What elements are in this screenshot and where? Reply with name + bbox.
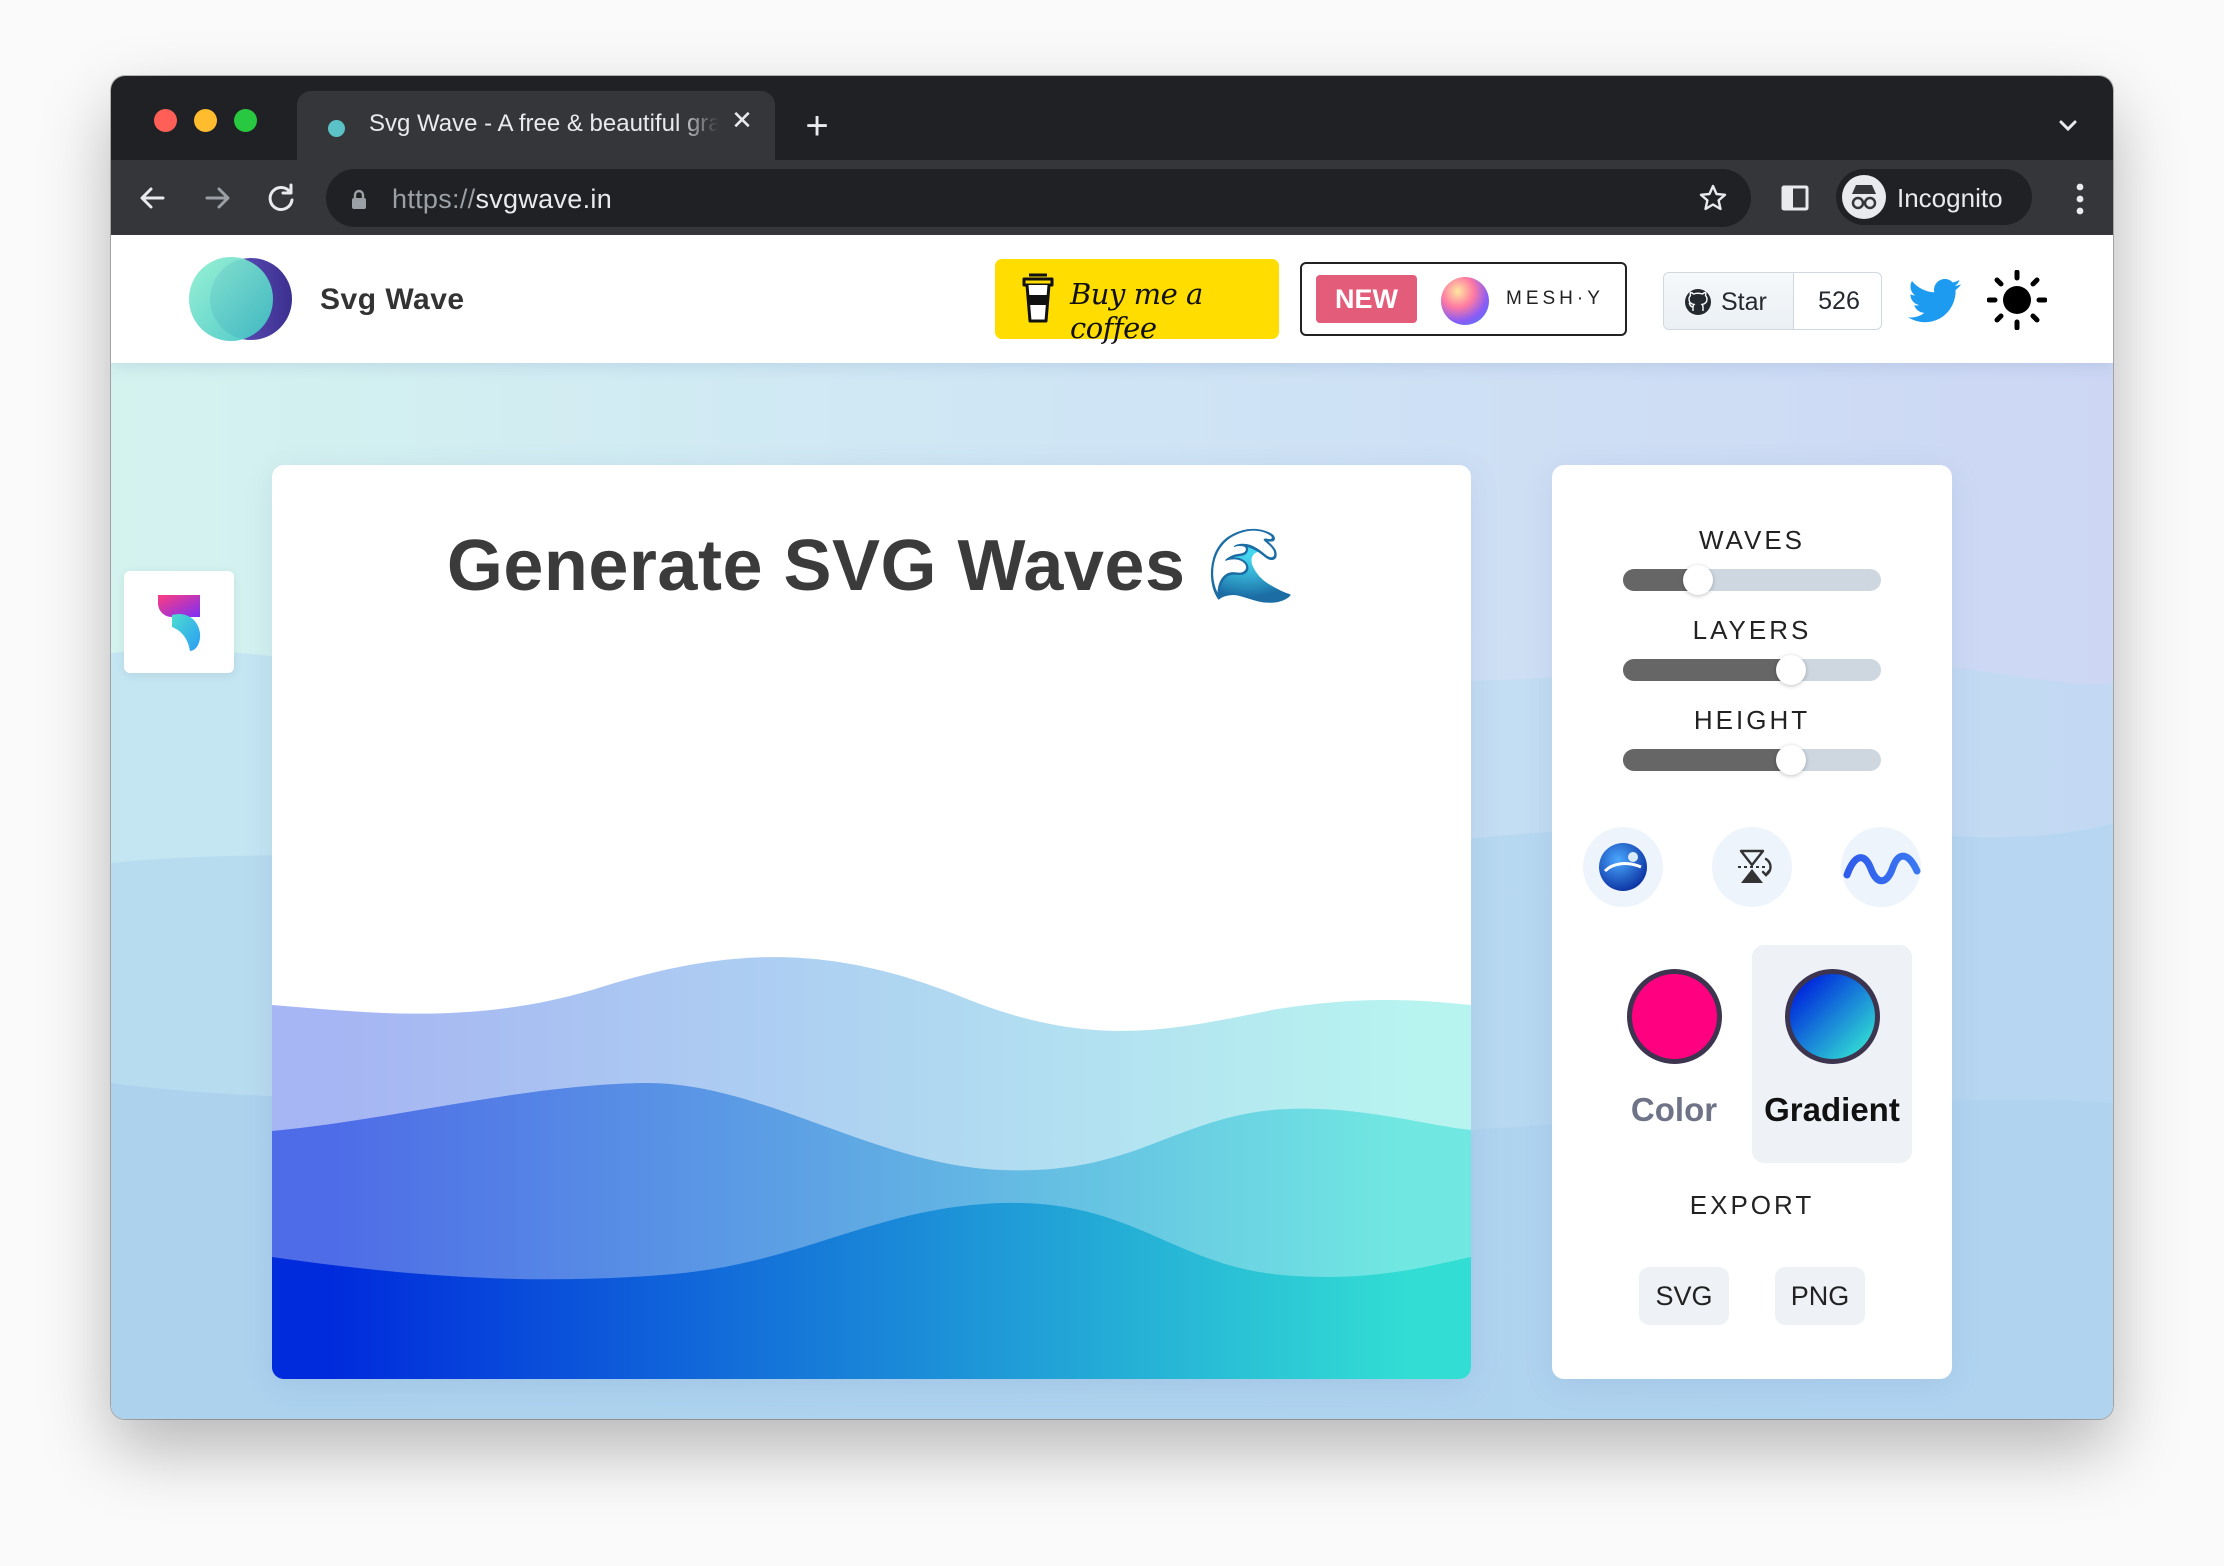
waves-slider[interactable] xyxy=(1623,565,1881,595)
solid-color-swatch[interactable] xyxy=(1627,969,1722,1064)
coffee-cup-icon xyxy=(1022,273,1054,323)
close-window-button[interactable] xyxy=(154,109,177,132)
meshy-promo-link[interactable]: NEW MESH·Y xyxy=(1300,262,1627,336)
github-star-count[interactable]: 526 xyxy=(1795,273,1881,329)
wave-style-icon xyxy=(1843,852,1921,885)
gradient-mode-label: Gradient xyxy=(1764,1091,1900,1128)
new-badge: NEW xyxy=(1316,275,1417,323)
layers-label: LAYERS xyxy=(1692,615,1812,645)
buy-me-a-coffee-button[interactable]: Buy me a coffee xyxy=(995,259,1279,345)
page-viewport: Svg Wave Buy me a coffee NEW MESH·Y Star… xyxy=(111,235,2113,1419)
bookmark-star-icon[interactable] xyxy=(1697,182,1729,214)
incognito-label: Incognito xyxy=(1897,183,2003,213)
layers-slider-handle[interactable] xyxy=(1775,655,1806,685)
reload-icon[interactable] xyxy=(259,176,303,220)
flip-button[interactable] xyxy=(1712,827,1792,907)
tab-close-icon[interactable]: ✕ xyxy=(727,105,757,135)
tab-favicon-icon xyxy=(328,120,345,137)
address-bar[interactable]: https://svgwave.in xyxy=(326,169,1751,227)
tab-bar: Svg Wave - A free & beautiful gradient S… xyxy=(111,76,2113,160)
height-slider[interactable] xyxy=(1623,745,1881,775)
wave-style-button[interactable] xyxy=(1841,827,1921,907)
browser-window: Svg Wave - A free & beautiful gradient S… xyxy=(111,76,2113,1419)
side-panel-icon[interactable] xyxy=(1779,182,1811,214)
layers-slider-fill xyxy=(1623,659,1799,681)
export-label: EXPORT xyxy=(1689,1190,1815,1220)
layers-slider[interactable] xyxy=(1623,655,1881,685)
gradient-color-swatch[interactable] xyxy=(1785,969,1880,1064)
url-text: https://svgwave.in xyxy=(392,184,613,214)
twitter-icon[interactable] xyxy=(1908,279,1962,323)
waves-slider-handle[interactable] xyxy=(1682,565,1713,595)
lock-icon xyxy=(352,189,366,209)
browser-toolbar: https://svgwave.in Incognito xyxy=(111,160,2113,235)
controls-panel: WAVES LAYERS HEIGHT Color Gradient EXPOR… xyxy=(1552,465,1952,1379)
side-logo-icon xyxy=(158,595,201,651)
meshy-label: MESH·Y xyxy=(1506,288,1604,309)
tab-title: Svg Wave - A free & beautiful gradient S… xyxy=(369,110,719,137)
coffee-label: Buy me a coffee xyxy=(1070,277,1203,345)
brand-name[interactable]: Svg Wave xyxy=(320,283,465,317)
minimize-window-button[interactable] xyxy=(194,109,217,132)
github-star-label: Star xyxy=(1721,288,1767,316)
wave-preview-card: Generate SVG Waves 🌊 xyxy=(272,465,1471,1379)
tab-search-chevron-icon[interactable] xyxy=(2053,110,2083,140)
randomize-button[interactable] xyxy=(1583,827,1663,907)
theme-toggle-sun-icon[interactable] xyxy=(1987,270,2047,330)
new-tab-button[interactable]: + xyxy=(797,106,837,148)
site-header: Svg Wave Buy me a coffee NEW MESH·Y Star… xyxy=(111,235,2113,363)
gradient-mode-option[interactable]: Gradient xyxy=(1752,945,1912,1163)
color-mode-option[interactable]: Color xyxy=(1594,945,1754,1163)
maximize-window-button[interactable] xyxy=(234,109,257,132)
floating-side-tab[interactable] xyxy=(124,571,234,673)
waves-label: WAVES xyxy=(1698,525,1805,555)
export-svg-button[interactable]: SVG xyxy=(1639,1267,1729,1325)
height-slider-handle[interactable] xyxy=(1775,745,1806,775)
svg-wave-logo-icon[interactable] xyxy=(189,256,293,342)
incognito-icon xyxy=(1842,175,1886,219)
github-star-widget: Star 526 xyxy=(1663,272,1882,330)
flip-icon xyxy=(1738,849,1772,883)
github-star-button[interactable]: Star xyxy=(1664,273,1794,329)
forward-arrow-icon[interactable] xyxy=(195,176,239,220)
browser-tab[interactable]: Svg Wave - A free & beautiful gradient S… xyxy=(297,91,775,160)
github-icon xyxy=(1685,289,1711,315)
height-label: HEIGHT xyxy=(1693,705,1811,735)
color-mode-label: Color xyxy=(1630,1091,1718,1128)
height-slider-fill xyxy=(1623,749,1799,771)
back-arrow-icon[interactable] xyxy=(131,176,175,220)
randomize-globe-icon xyxy=(1599,843,1647,891)
incognito-profile-button[interactable]: Incognito xyxy=(1836,169,2032,225)
meshy-orb-icon xyxy=(1441,277,1489,325)
wave-preview-canvas[interactable] xyxy=(272,465,1471,1379)
browser-menu-icon[interactable] xyxy=(2075,182,2085,216)
export-png-button[interactable]: PNG xyxy=(1775,1267,1865,1325)
